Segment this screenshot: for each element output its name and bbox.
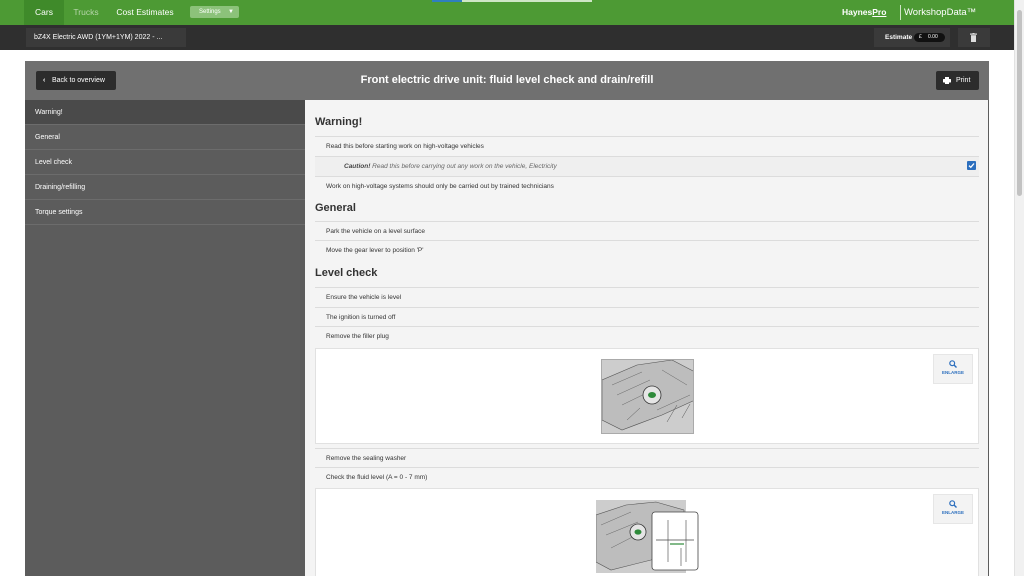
procedure-content: Warning! Read this before starting work …: [305, 100, 988, 576]
sidebar-item-draining-refilling[interactable]: Draining/refilling: [25, 175, 305, 200]
sidebar-item-torque-settings[interactable]: Torque settings: [25, 200, 305, 225]
figure-filler-plug: ENLARGE: [315, 348, 979, 444]
page-load-progress-fill: [432, 0, 463, 2]
figure-fluid-level: ENLARGE: [315, 488, 979, 576]
step-row: Remove the sealing washer: [315, 448, 979, 467]
caution-text: Read this before carrying out any work o…: [372, 163, 557, 170]
logo-pro: Pro: [872, 7, 887, 17]
section-title-general: General: [315, 202, 356, 214]
enlarge-button[interactable]: ENLARGE: [933, 354, 973, 384]
page-title: Front electric drive unit: fluid level c…: [360, 74, 654, 86]
chevron-left-icon: ‹: [43, 77, 46, 84]
printer-icon: [943, 77, 951, 84]
page-scrollbar[interactable]: [1014, 0, 1024, 576]
estimate-amount-badge: £ 0.00: [914, 33, 945, 42]
caution-prefix: Caution!: [344, 163, 371, 170]
tab-cars[interactable]: Cars: [24, 0, 64, 25]
haynespro-logo: HaynesPro: [842, 0, 886, 25]
sidebar-item-warning[interactable]: Warning!: [25, 100, 305, 125]
enlarge-label: ENLARGE: [941, 510, 964, 515]
step-row: Work on high-voltage systems should only…: [315, 176, 979, 195]
vehicle-bar: bZ4X Electric AWD (1YM+1YM) 2022 - ... E…: [0, 25, 1014, 50]
vehicle-selector[interactable]: bZ4X Electric AWD (1YM+1YM) 2022 - ...: [26, 28, 186, 47]
enlarge-label: ENLARGE: [941, 370, 964, 375]
section-title-level-check: Level check: [315, 267, 378, 279]
caret-down-icon: ▼: [228, 9, 234, 15]
settings-dropdown[interactable]: Settings ▼: [190, 6, 239, 18]
currency-symbol: £: [919, 34, 922, 40]
product-name: WorkshopData™: [904, 7, 977, 18]
section-sidebar: Warning! General Level check Draining/re…: [25, 100, 305, 576]
sidebar-item-level-check[interactable]: Level check: [25, 150, 305, 175]
print-button[interactable]: Print: [936, 71, 979, 90]
back-to-overview-button[interactable]: ‹ Back to overview: [36, 71, 116, 90]
filler-plug-diagram[interactable]: [601, 359, 694, 434]
enlarge-button[interactable]: ENLARGE: [933, 494, 973, 524]
clear-estimate-button[interactable]: [958, 28, 990, 47]
page-load-progress: [432, 0, 592, 2]
tab-trucks[interactable]: Trucks: [66, 0, 106, 25]
estimate-button[interactable]: Estimate £ 0.00: [874, 28, 950, 47]
step-row: Read this before starting work on high-v…: [315, 136, 979, 156]
estimate-amount: 0.00: [928, 34, 938, 40]
fluid-level-illustration: [596, 500, 699, 573]
magnifier-icon: [949, 360, 957, 368]
step-row: Check the fluid level (A = 0 - 7 mm): [315, 467, 979, 486]
settings-label: Settings: [199, 9, 221, 15]
logo-divider: [900, 5, 901, 20]
print-label: Print: [956, 77, 971, 84]
step-row: Ensure the vehicle is level: [315, 287, 979, 307]
magnifier-icon: [949, 500, 957, 508]
scrollbar-thumb[interactable]: [1017, 10, 1022, 196]
top-nav-bar: Cars Trucks Cost Estimates Settings ▼ Ha…: [0, 0, 1014, 25]
sidebar-item-general[interactable]: General: [25, 125, 305, 150]
step-row: Park the vehicle on a level surface: [315, 221, 979, 240]
step-row: Remove the filler plug: [315, 326, 979, 345]
check-icon: [968, 163, 975, 169]
fluid-level-diagram[interactable]: [596, 500, 700, 573]
caution-row[interactable]: Caution! Read this before carrying out a…: [315, 156, 979, 176]
section-title-warning: Warning!: [315, 116, 363, 128]
caution-checkbox[interactable]: [967, 161, 976, 170]
back-label: Back to overview: [52, 77, 105, 84]
procedure-panel: ‹ Back to overview Front electric drive …: [25, 61, 989, 576]
tab-cost-estimates[interactable]: Cost Estimates: [110, 0, 180, 25]
filler-plug-illustration: [602, 360, 693, 433]
estimate-label: Estimate: [885, 34, 913, 41]
trash-icon: [970, 33, 977, 42]
step-row: The ignition is turned off: [315, 307, 979, 326]
step-row: Move the gear lever to position 'P': [315, 240, 979, 260]
logo-main: Haynes: [842, 7, 873, 17]
procedure-header: ‹ Back to overview Front electric drive …: [25, 61, 989, 100]
